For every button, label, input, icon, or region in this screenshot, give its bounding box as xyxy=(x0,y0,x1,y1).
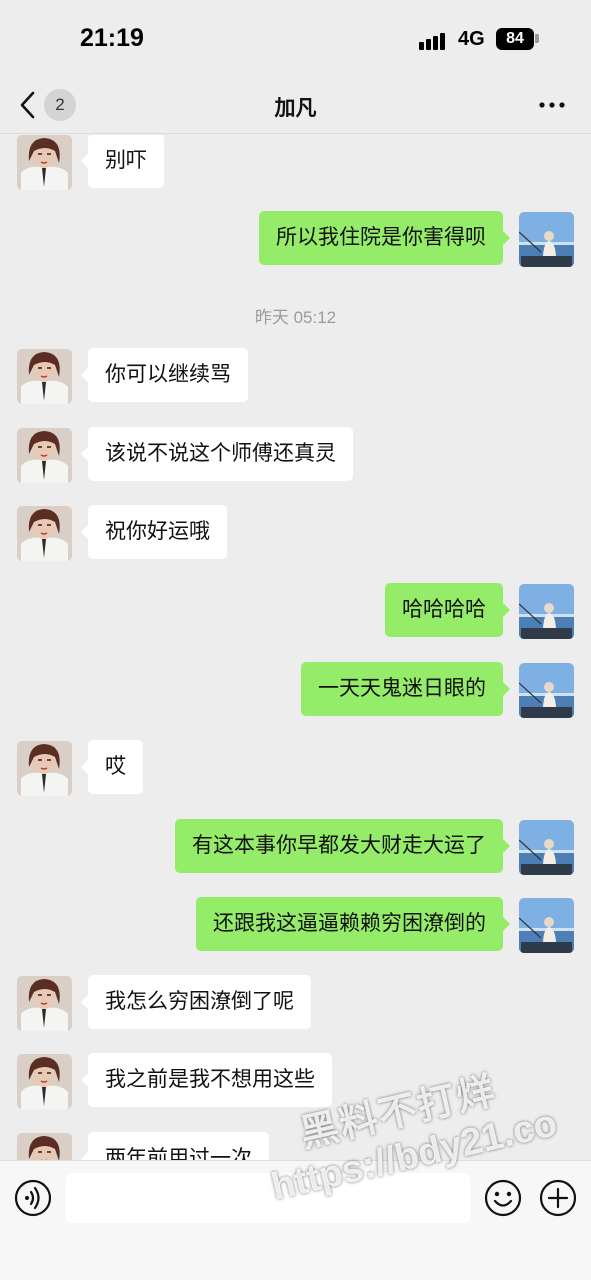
outgoing-message-bubble[interactable]: 哈哈哈哈 xyxy=(385,583,510,637)
incoming-message-bubble[interactable]: 祝你好运哦 xyxy=(81,505,227,559)
contact-avatar[interactable] xyxy=(17,135,72,190)
outgoing-message-bubble[interactable]: 一天天鬼迷日眼的 xyxy=(301,662,510,716)
incoming-message-bubble[interactable]: 我之前是我不想用这些 xyxy=(81,1053,332,1107)
more-dots-icon xyxy=(539,102,565,108)
plus-icon xyxy=(539,1179,577,1217)
outgoing-message-bubble[interactable]: 所以我住院是你害得呗 xyxy=(259,211,510,265)
my-avatar[interactable] xyxy=(519,663,574,718)
emoji-button[interactable] xyxy=(484,1179,522,1217)
my-avatar[interactable] xyxy=(519,820,574,875)
contact-avatar[interactable] xyxy=(17,1054,72,1109)
my-avatar[interactable] xyxy=(519,898,574,953)
incoming-message-bubble[interactable]: 你可以继续骂 xyxy=(81,348,248,402)
voice-input-button[interactable] xyxy=(14,1179,52,1217)
status-bar: 21:19 4G 84 xyxy=(0,0,591,78)
message-list[interactable]: 别吓所以我住院是你害得呗昨天 05:12 你可以继续骂该说不说这个师傅还真灵 祝你好… xyxy=(0,135,591,1160)
incoming-message-bubble[interactable]: 哎 xyxy=(81,740,143,794)
outgoing-message-bubble[interactable]: 有这本事你早都发大财走大运了 xyxy=(175,819,510,873)
battery-icon: 84 xyxy=(496,28,534,50)
contact-avatar[interactable] xyxy=(17,741,72,796)
incoming-message-bubble[interactable]: 我怎么穷困潦倒了呢 xyxy=(81,975,311,1029)
message-input[interactable] xyxy=(66,1173,470,1223)
contact-avatar[interactable] xyxy=(17,349,72,404)
contact-avatar[interactable] xyxy=(17,1133,72,1160)
signal-strength-icon xyxy=(419,30,449,50)
status-time: 21:19 xyxy=(80,24,144,52)
more-functions-button[interactable] xyxy=(539,1179,577,1217)
incoming-message-bubble[interactable]: 两年前用过一次 xyxy=(81,1132,269,1160)
chat-nav-bar: 2 加凡 xyxy=(0,78,591,134)
outgoing-message-bubble[interactable]: 还跟我这逼逼赖赖穷困潦倒的 xyxy=(196,897,510,951)
voice-icon xyxy=(14,1179,52,1217)
contact-avatar[interactable] xyxy=(17,976,72,1031)
message-timestamp: 昨天 05:12 xyxy=(254,308,337,327)
more-options-button[interactable] xyxy=(538,94,568,116)
contact-avatar[interactable] xyxy=(17,506,72,561)
incoming-message-bubble[interactable]: 别吓 xyxy=(81,135,164,188)
incoming-message-bubble[interactable]: 该说不说这个师傅还真灵 xyxy=(81,427,353,481)
contact-avatar[interactable] xyxy=(17,428,72,483)
network-type: 4G xyxy=(458,28,485,50)
battery-tip xyxy=(535,34,539,43)
my-avatar[interactable] xyxy=(519,584,574,639)
my-avatar[interactable] xyxy=(519,212,574,267)
chat-title: 加凡 xyxy=(274,97,317,120)
input-bar xyxy=(0,1160,591,1280)
emoji-icon xyxy=(484,1179,522,1217)
